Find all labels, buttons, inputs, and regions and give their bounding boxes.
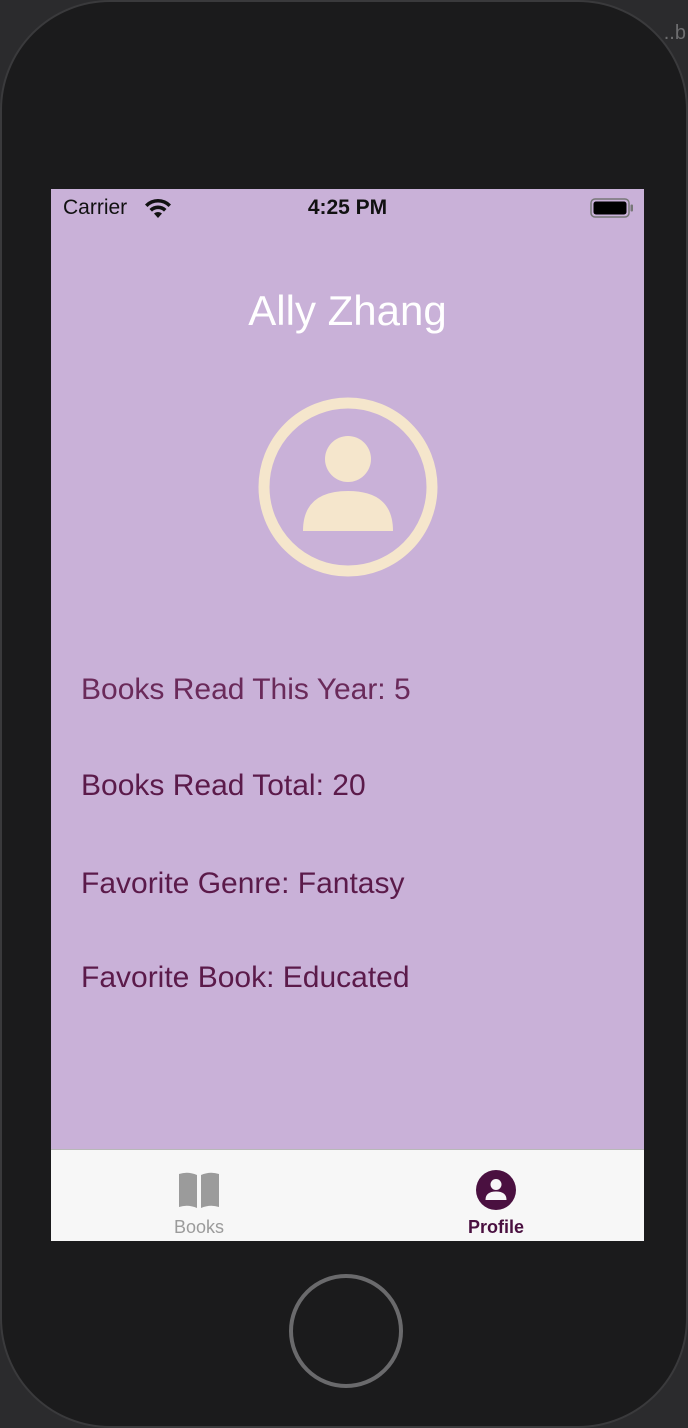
stat-books-read-this-year: Books Read This Year: 5 bbox=[81, 673, 411, 706]
status-time: 4:25 PM bbox=[307, 196, 388, 219]
profile-name: Ally Zhang bbox=[248, 287, 447, 334]
app-screen: Carrier 4:25 PM Ally Zhang Books Read Th… bbox=[51, 189, 644, 1241]
tab-bar: Books Profile bbox=[51, 1149, 644, 1241]
tab-books-label: Books bbox=[173, 1217, 225, 1237]
status-bar: Carrier 4:25 PM bbox=[51, 189, 644, 229]
corner-text: ..b bbox=[663, 22, 686, 44]
stat-favorite-book: Favorite Book: Educated bbox=[81, 961, 410, 994]
person-circle-icon bbox=[476, 1170, 516, 1210]
tab-profile-label: Profile bbox=[467, 1217, 524, 1237]
home-button[interactable] bbox=[289, 1274, 403, 1388]
stat-favorite-genre: Favorite Genre: Fantasy bbox=[81, 867, 405, 900]
book-icon bbox=[179, 1172, 219, 1208]
person-circle-icon bbox=[258, 397, 438, 577]
phone-frame: ..b Carrier 4:25 PM Ally Zhang Books Rea… bbox=[0, 0, 688, 1428]
tab-books[interactable]: Books bbox=[51, 1150, 347, 1241]
tab-profile[interactable]: Profile bbox=[348, 1150, 644, 1241]
battery-icon bbox=[590, 198, 633, 218]
stat-books-read-total: Books Read Total: 20 bbox=[81, 769, 366, 802]
